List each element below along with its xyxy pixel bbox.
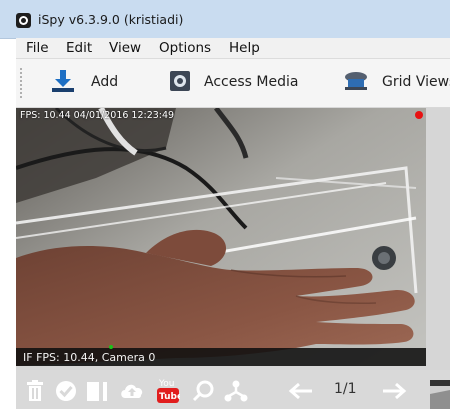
motion-indicator xyxy=(109,345,113,349)
delete-icon[interactable] xyxy=(26,380,44,402)
archive-icon[interactable] xyxy=(86,380,108,402)
add-icon xyxy=(52,70,74,92)
recording-indicator xyxy=(415,111,423,119)
camera-timestamp: FPS: 10.44 04/01/2016 12:23:49 xyxy=(20,110,175,121)
svg-text:Tube: Tube xyxy=(159,392,180,402)
window-title: iSpy v6.3.9.0 (kristiadi) xyxy=(38,12,184,27)
upload-cloud-icon[interactable] xyxy=(119,380,145,400)
menu-edit[interactable]: Edit xyxy=(66,40,92,56)
camera-feed[interactable]: FPS: 10.44 04/01/2016 12:23:49 IF FPS: 1… xyxy=(16,108,426,366)
next-arrow-icon[interactable] xyxy=(381,382,407,400)
camera-area: FPS: 10.44 04/01/2016 12:23:49 IF FPS: 1… xyxy=(16,108,450,370)
camera-status-bar: IF FPS: 10.44, Camera 0 xyxy=(16,345,426,366)
grid-views-label: Grid Views xyxy=(382,74,450,90)
menu-bar: File Edit View Options Help xyxy=(16,38,450,59)
camera-image xyxy=(16,108,426,366)
svg-text:You: You xyxy=(158,379,175,389)
menu-options[interactable]: Options xyxy=(159,40,211,56)
media-icon xyxy=(170,71,190,91)
page-indicator: 1/1 xyxy=(334,381,357,397)
title-bar: iSpy v6.3.9.0 (kristiadi) xyxy=(0,0,450,39)
camera-control-bar: You Tube 1/1 xyxy=(16,370,450,409)
toolbar: Add Access Media Grid Views xyxy=(16,59,450,108)
camera-thumbnail[interactable] xyxy=(430,380,450,409)
menu-file[interactable]: File xyxy=(26,40,49,56)
grid-views-button[interactable]: Grid Views xyxy=(341,59,450,107)
youtube-icon[interactable]: You Tube xyxy=(156,376,180,404)
add-label: Add xyxy=(91,74,119,90)
previous-arrow-icon[interactable] xyxy=(288,382,314,400)
add-button[interactable]: Add xyxy=(46,59,124,107)
network-icon[interactable] xyxy=(224,380,248,402)
menu-help[interactable]: Help xyxy=(229,40,260,56)
menu-view[interactable]: View xyxy=(109,40,141,56)
search-icon[interactable] xyxy=(192,380,214,402)
thumbnail-image xyxy=(430,380,450,409)
check-icon[interactable] xyxy=(55,380,77,402)
access-media-button[interactable]: Access Media xyxy=(166,59,306,107)
access-media-label: Access Media xyxy=(204,74,299,90)
toolbar-grip[interactable] xyxy=(20,68,24,98)
grid-views-icon xyxy=(345,72,367,90)
camera-status-text: IF FPS: 10.44, Camera 0 xyxy=(23,351,156,364)
ispy-app-icon xyxy=(16,13,31,28)
